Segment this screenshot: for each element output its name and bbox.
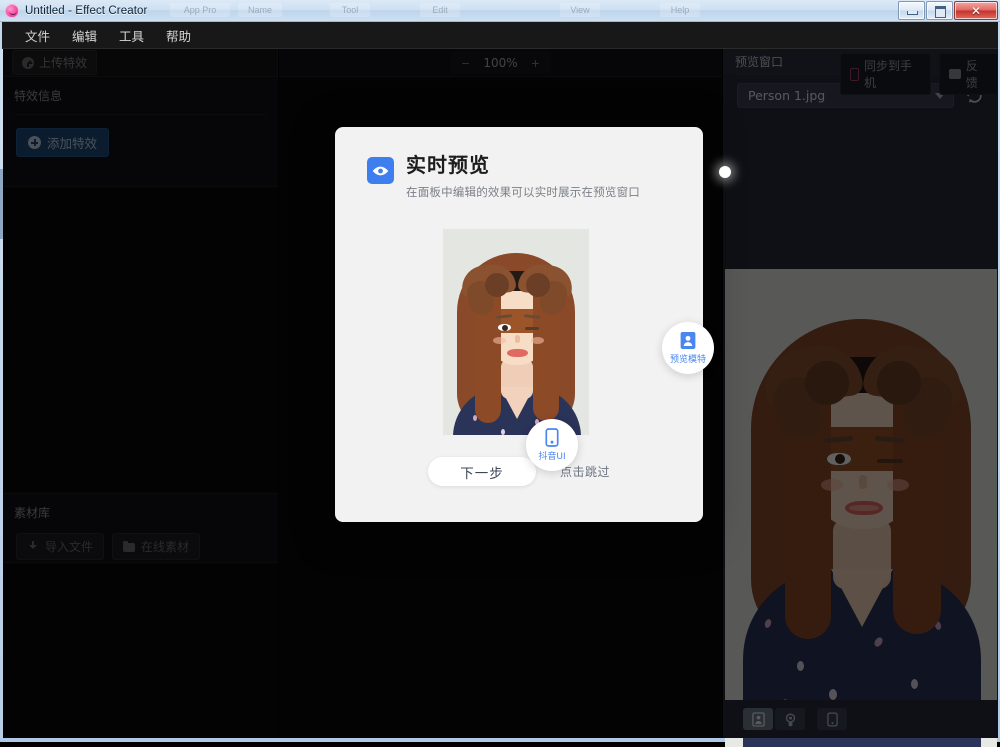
title-bar: Untitled - Effect Creator App Pro Name T…	[0, 0, 1000, 22]
ghost-window-artifact: Name	[238, 3, 282, 17]
portrait-card-icon	[680, 332, 696, 349]
dialog-title: 实时预览	[406, 153, 490, 177]
dialog-header: 实时预览 在面板中编辑的效果可以实时展示在预览窗口	[335, 127, 703, 200]
next-step-button[interactable]: 下一步	[427, 457, 536, 486]
app-body: 上传特效 特效信息 添加特效 素材库 导入文件	[2, 49, 998, 747]
phone-frame-icon	[545, 428, 559, 447]
eye-icon-badge	[367, 157, 394, 184]
badge-douyin-ui-label: 抖音UI	[538, 452, 566, 462]
menu-bar: 文件 编辑 工具 帮助	[2, 22, 998, 49]
ghost-window-artifact: App Pro	[170, 3, 230, 17]
badge-douyin-ui[interactable]: 抖音UI	[526, 419, 578, 471]
dialog-illustration: 预览模特 抖音UI	[443, 229, 714, 471]
scrollbar-thumb[interactable]	[0, 169, 3, 239]
menu-item-tools[interactable]: 工具	[108, 23, 155, 48]
window-controls: ✕	[897, 1, 998, 20]
window-left-edge-scrollbar[interactable]	[0, 49, 3, 738]
app-icon	[5, 3, 19, 18]
badge-preview-model[interactable]: 预览模特	[662, 322, 714, 374]
ghost-window-artifact: View	[560, 3, 600, 17]
dialog-subtitle: 在面板中编辑的效果可以实时展示在预览窗口	[406, 185, 640, 199]
menu-item-help[interactable]: 帮助	[155, 23, 202, 48]
dialog-preview-thumbnail	[443, 229, 589, 435]
close-button[interactable]: ✕	[954, 1, 998, 20]
onboarding-dialog: 实时预览 在面板中编辑的效果可以实时展示在预览窗口 预览模特 抖音UI 下一步 …	[335, 127, 714, 522]
close-icon: ✕	[970, 3, 982, 18]
maximize-icon	[934, 6, 946, 18]
minimize-icon	[906, 6, 918, 15]
ghost-window-artifact: Edit	[420, 3, 460, 17]
menu-item-edit[interactable]: 编辑	[61, 23, 108, 48]
ghost-window-artifact: Tool	[330, 3, 370, 17]
badge-preview-model-label: 预览模特	[669, 355, 706, 365]
application-window: Untitled - Effect Creator App Pro Name T…	[0, 0, 1000, 747]
maximize-button[interactable]	[926, 1, 953, 20]
dialog-actions: 下一步 点击跳过	[335, 457, 703, 486]
minimize-button[interactable]	[898, 1, 925, 20]
window-title: Untitled - Effect Creator	[25, 4, 148, 17]
highlight-dot	[719, 166, 731, 178]
ghost-window-artifact: Help	[660, 3, 700, 17]
menu-item-file[interactable]: 文件	[14, 23, 61, 48]
eye-icon	[372, 166, 389, 175]
